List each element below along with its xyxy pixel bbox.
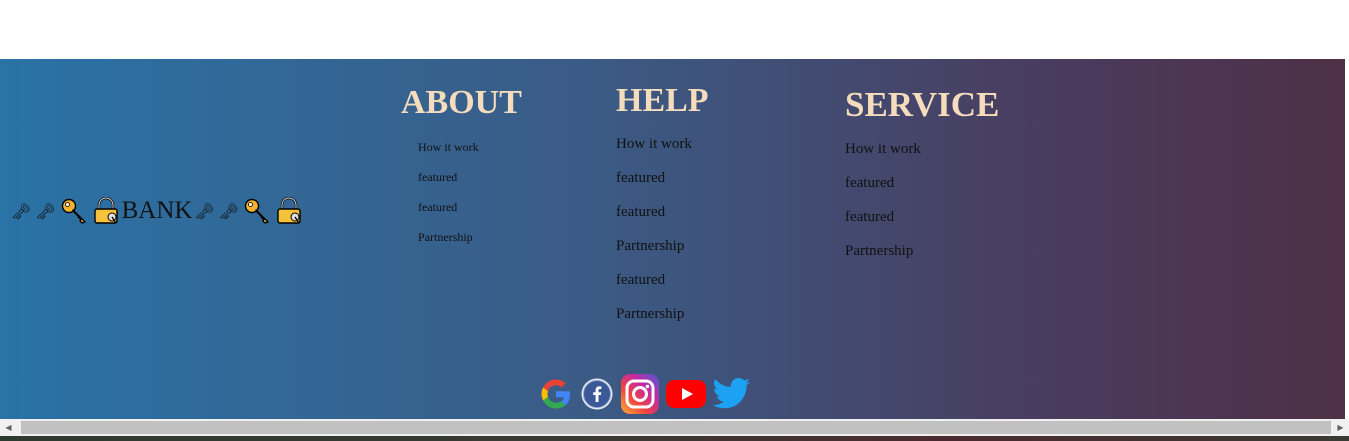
about-link-partnership[interactable]: Partnership: [418, 230, 473, 244]
service-link-how-it-work[interactable]: How it work: [845, 141, 921, 157]
service-link-partnership[interactable]: Partnership: [845, 243, 913, 259]
locked-with-key-icon: [92, 196, 120, 225]
key-icon: [243, 197, 271, 225]
service-link-featured[interactable]: featured: [845, 175, 894, 191]
page-bottom-strip: [0, 436, 1349, 441]
key-icon: [60, 197, 88, 225]
old-key-icon: 🗝: [194, 201, 215, 221]
about-heading: ABOUT: [401, 84, 522, 121]
list-item: featured: [616, 263, 709, 297]
about-column: ABOUT How it work featured featured Part…: [401, 86, 522, 252]
twitter-icon[interactable]: [712, 376, 752, 417]
instagram-icon[interactable]: [620, 373, 660, 420]
list-item: featured: [616, 195, 709, 229]
scrollbar-thumb[interactable]: [21, 421, 1331, 434]
service-column: SERVICE How it work featured featured Pa…: [845, 87, 999, 268]
service-links: How it work featured featured Partnershi…: [845, 132, 999, 268]
old-key-icon: 🗝: [11, 201, 32, 221]
site-footer: 🗝 🗝 BANK 🗝 🗝 ABOUT How it work featured …: [0, 59, 1345, 419]
about-link-featured[interactable]: featured: [418, 200, 457, 214]
help-link-featured[interactable]: featured: [616, 170, 665, 186]
social-links: [538, 373, 752, 420]
list-item: Partnership: [616, 229, 709, 263]
bank-logo[interactable]: 🗝 🗝 BANK 🗝 🗝: [11, 196, 303, 225]
page-right-edge: [1345, 59, 1349, 419]
locked-with-key-icon: [275, 196, 303, 225]
help-link-featured[interactable]: featured: [616, 272, 665, 288]
help-link-partnership[interactable]: Partnership: [616, 306, 684, 322]
help-link-featured[interactable]: featured: [616, 204, 665, 220]
list-item: How it work: [418, 132, 522, 162]
help-column: HELP How it work featured featured Partn…: [616, 84, 709, 331]
list-item: featured: [845, 166, 999, 200]
logo-word: BANK: [121, 197, 193, 224]
list-item: Partnership: [845, 234, 999, 268]
help-heading: HELP: [616, 82, 709, 119]
old-key-icon: 🗝: [35, 201, 56, 221]
about-link-how-it-work[interactable]: How it work: [418, 140, 479, 154]
service-heading: SERVICE: [845, 85, 1000, 124]
google-icon[interactable]: [538, 376, 574, 417]
list-item: featured: [845, 200, 999, 234]
list-item: How it work: [845, 132, 999, 166]
old-key-icon: 🗝: [218, 201, 240, 221]
about-links: How it work featured featured Partnershi…: [401, 132, 522, 252]
list-item: Partnership: [616, 297, 709, 331]
service-link-featured[interactable]: featured: [845, 209, 894, 225]
horizontal-scrollbar[interactable]: ◀ ▶: [0, 419, 1349, 436]
list-item: featured: [418, 162, 522, 192]
list-item: How it work: [616, 127, 709, 161]
list-item: featured: [418, 192, 522, 222]
help-link-how-it-work[interactable]: How it work: [616, 136, 692, 152]
scroll-left-arrow-icon[interactable]: ◀: [0, 419, 17, 436]
scroll-right-arrow-icon[interactable]: ▶: [1332, 419, 1349, 436]
help-link-partnership[interactable]: Partnership: [616, 238, 684, 254]
youtube-icon[interactable]: [666, 378, 706, 415]
list-item: Partnership: [418, 222, 522, 252]
page-top-blank: [0, 0, 1349, 59]
help-links: How it work featured featured Partnershi…: [616, 127, 709, 331]
facebook-icon[interactable]: [580, 376, 614, 417]
about-link-featured[interactable]: featured: [418, 170, 457, 184]
list-item: featured: [616, 161, 709, 195]
